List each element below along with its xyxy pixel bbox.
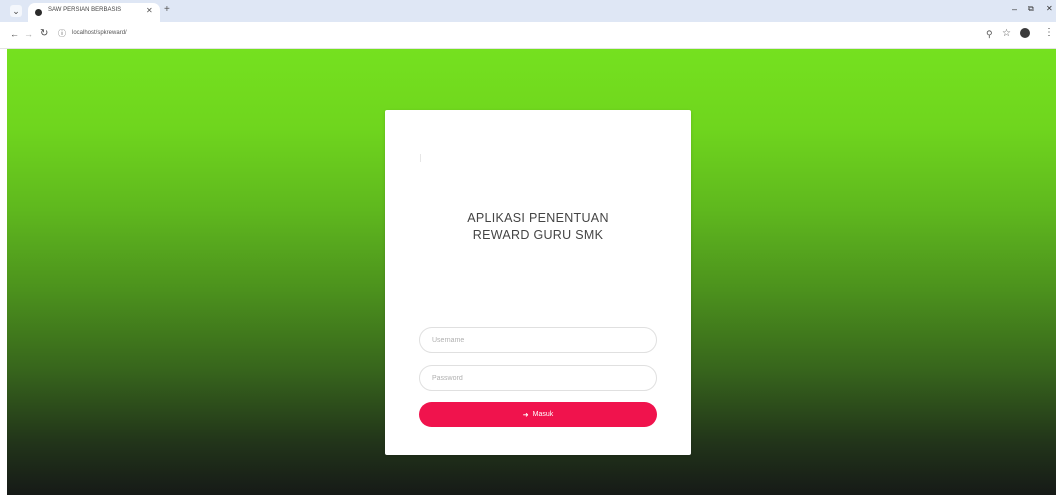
browser-tab-bar: ⌄ SAW PERSIAN BERBASIS ✕ + – ⧉ ✕ [0, 0, 1056, 22]
login-button-label: Masuk [532, 411, 554, 418]
app-title-line-2: REWARD GURU SMK [472, 228, 604, 242]
minimize-icon[interactable]: – [1012, 4, 1017, 14]
login-card: APLIKASI PENENTUAN REWARD GURU SMK ➜ Mas… [385, 110, 691, 455]
zoom-icon[interactable]: ⚲ [986, 29, 993, 40]
tab-title: SAW PERSIAN BERBASIS [48, 7, 122, 13]
login-button[interactable]: ➜ Masuk [419, 402, 657, 427]
profile-icon[interactable] [1020, 28, 1030, 38]
site-info-icon[interactable]: ⓘ [58, 29, 67, 38]
browser-address-bar: ← → ↻ ⓘ localhost/spkreward/ ⚲ ☆ ⋮ [0, 22, 1056, 49]
reload-icon[interactable]: ↻ [40, 28, 48, 39]
forward-icon[interactable]: → [24, 29, 33, 39]
favicon-icon [35, 9, 42, 16]
page-background: APLIKASI PENENTUAN REWARD GURU SMK ➜ Mas… [7, 49, 1056, 495]
app-title-line-1: APLIKASI PENENTUAN [467, 211, 609, 225]
url-field[interactable]: localhost/spkreward/ [72, 30, 127, 36]
back-icon[interactable]: ← [10, 29, 19, 39]
maximize-icon[interactable]: ⧉ [1028, 4, 1034, 14]
password-input[interactable] [419, 365, 657, 391]
browser-menu-icon[interactable]: ⋮ [1044, 27, 1054, 38]
tab-close-icon[interactable]: ✕ [146, 6, 153, 15]
username-input[interactable] [419, 327, 657, 353]
bookmark-star-icon[interactable]: ☆ [1002, 28, 1011, 39]
tab-search-icon[interactable]: ⌄ [10, 5, 22, 17]
card-decoration [420, 154, 421, 162]
sign-in-icon: ➜ [522, 411, 529, 419]
browser-tab[interactable]: SAW PERSIAN BERBASIS ✕ [28, 3, 160, 22]
window-close-icon[interactable]: ✕ [1046, 4, 1053, 13]
new-tab-icon[interactable]: + [164, 4, 170, 15]
